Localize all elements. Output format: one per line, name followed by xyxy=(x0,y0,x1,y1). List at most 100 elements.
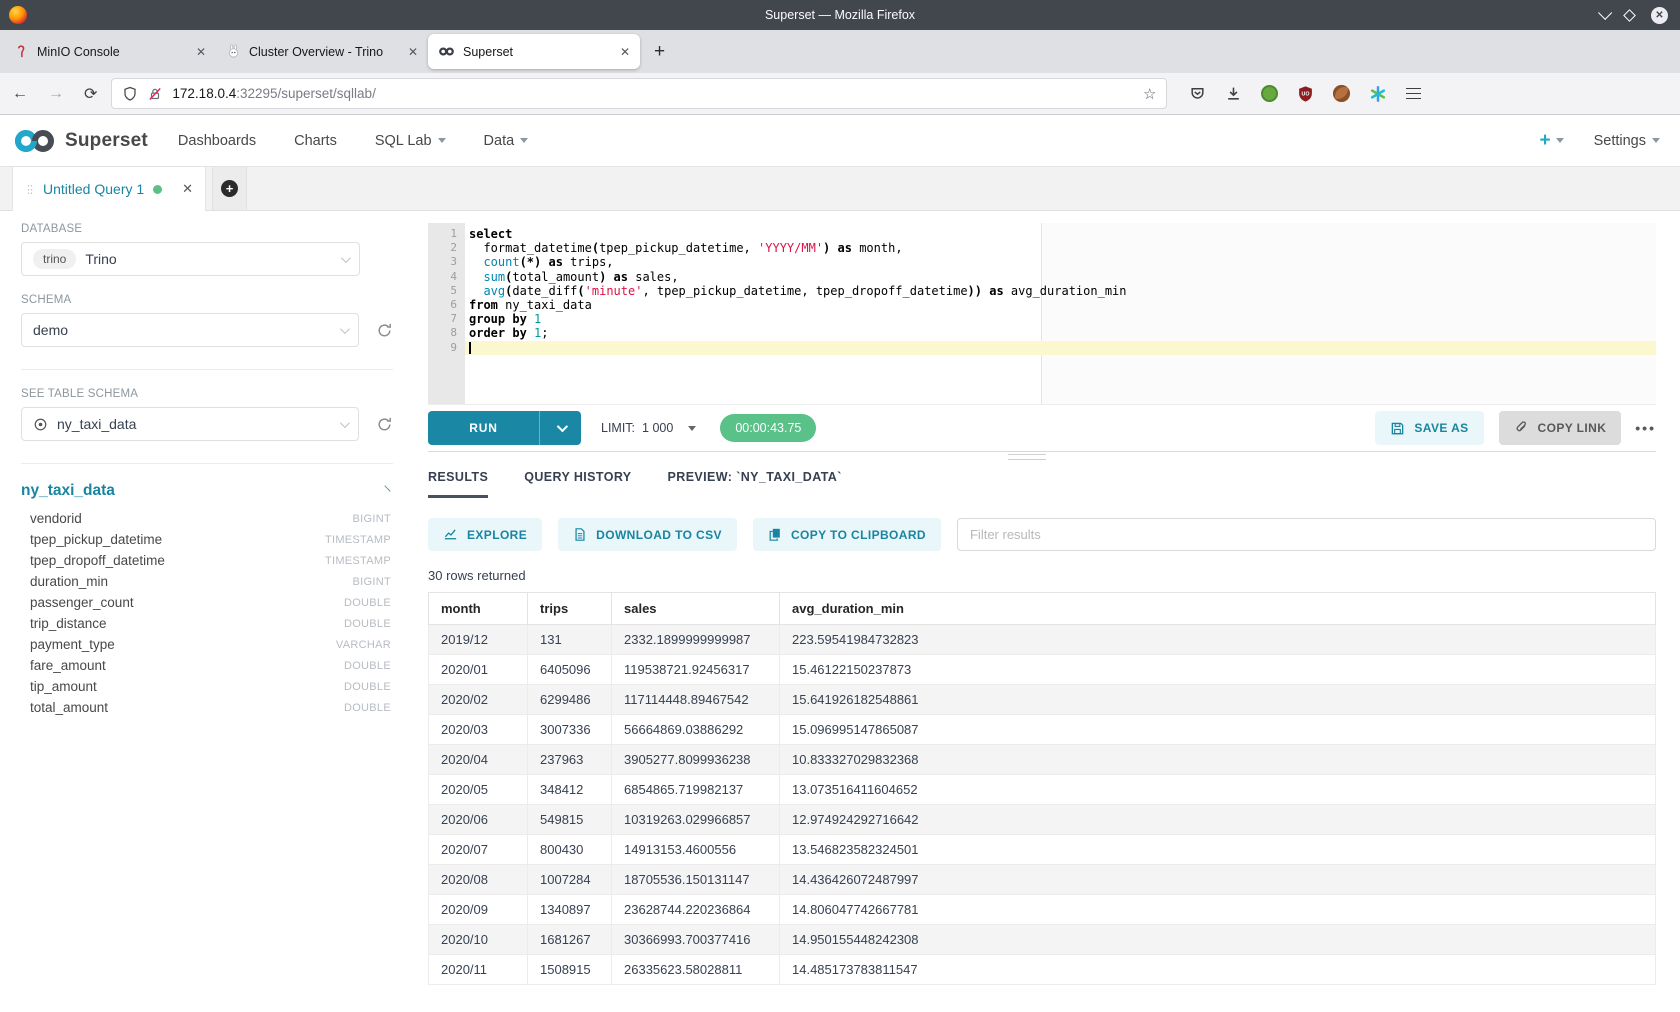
chevron-down-icon xyxy=(438,138,446,143)
sqllab-content: DATABASE trino Trino SCHEMA demo SEE TAB… xyxy=(0,211,1680,1012)
url-path: :32295/superset/sqllab/ xyxy=(236,86,376,101)
table-row: 2020/0780043014913153.460055613.54682358… xyxy=(429,835,1656,865)
table-value: ny_taxi_data xyxy=(57,416,136,432)
superset-favicon-icon xyxy=(438,46,455,57)
browser-tab-superset[interactable]: Superset ✕ xyxy=(428,34,640,69)
tab-query-history[interactable]: QUERY HISTORY xyxy=(524,470,631,498)
more-actions-button[interactable]: ••• xyxy=(1635,420,1656,436)
run-button[interactable]: RUN xyxy=(428,411,581,445)
rows-returned-label: 30 rows returned xyxy=(428,568,1656,583)
forward-button-icon[interactable]: → xyxy=(48,85,64,103)
downloads-icon[interactable] xyxy=(1225,85,1242,102)
trino-favicon-icon xyxy=(226,44,241,59)
browser-tab-label: Superset xyxy=(463,45,612,59)
column-type: BIGINT xyxy=(353,576,391,588)
plus-circle-icon: + xyxy=(221,180,238,197)
cookie-extension-icon[interactable] xyxy=(1333,85,1350,102)
window-maximize-icon[interactable] xyxy=(1623,9,1636,22)
new-tab-button[interactable]: + xyxy=(654,41,665,63)
pane-resize-handle[interactable] xyxy=(1008,454,1046,460)
column-row: tpep_pickup_datetimeTIMESTAMP xyxy=(21,529,393,550)
bookmark-star-icon[interactable]: ☆ xyxy=(1143,85,1156,103)
tab-preview-table[interactable]: PREVIEW: `NY_TAXI_DATA` xyxy=(668,470,842,498)
browser-urlbar: ← → ⟳ 172.18.0.4:32295/superset/sqllab/ … xyxy=(0,73,1680,115)
privacy-extension-icon[interactable] xyxy=(1261,85,1278,102)
explore-button[interactable]: EXPLORE xyxy=(428,518,542,551)
schema-select[interactable]: demo xyxy=(21,313,359,347)
code-line: format_datetime(tpep_pickup_datetime, 'Y… xyxy=(465,241,1656,255)
ublock-origin-icon[interactable]: UO xyxy=(1297,85,1314,103)
browser-tab-minio[interactable]: MinIO Console ✕ xyxy=(4,34,216,69)
sql-editor[interactable]: 123456789 select format_datetime(tpep_pi… xyxy=(428,223,1656,405)
window-close-icon[interactable]: ✕ xyxy=(1651,7,1668,24)
copy-clipboard-button[interactable]: COPY TO CLIPBOARD xyxy=(753,518,941,551)
query-tab-active[interactable]: ⋮ Untitled Query 1 ✕ xyxy=(12,167,206,211)
copy-link-button[interactable]: COPY LINK xyxy=(1499,411,1622,445)
shield-icon[interactable] xyxy=(122,86,138,102)
add-new-button[interactable]: + xyxy=(1539,130,1563,152)
asterisk-extension-icon[interactable] xyxy=(1369,85,1387,103)
chevron-down-icon xyxy=(1652,138,1660,143)
limit-value: 1 000 xyxy=(642,421,673,435)
table-row: 2019/121312332.1899999999987223.59541984… xyxy=(429,625,1656,655)
query-tab-close-icon[interactable]: ✕ xyxy=(182,181,193,197)
database-label: DATABASE xyxy=(21,223,393,235)
url-input[interactable]: 172.18.0.4:32295/superset/sqllab/ ☆ xyxy=(111,78,1167,109)
chart-icon xyxy=(443,527,458,542)
brand-name: Superset xyxy=(65,130,148,152)
code-line: group by 1 xyxy=(465,312,1656,326)
new-query-tab-button[interactable]: + xyxy=(212,167,247,210)
table-row: 2020/10168126730366993.70037741614.95015… xyxy=(429,925,1656,955)
drag-handle-icon[interactable]: ⋮ xyxy=(23,183,33,196)
nav-charts[interactable]: Charts xyxy=(294,133,337,149)
query-tab-strip: ⋮ Untitled Query 1 ✕ + xyxy=(0,167,1680,211)
table-select[interactable]: ny_taxi_data xyxy=(21,407,359,441)
back-button-icon[interactable]: ← xyxy=(12,85,28,103)
pocket-icon[interactable] xyxy=(1189,85,1206,102)
tab-results[interactable]: RESULTS xyxy=(428,470,488,498)
schema-label: SCHEMA xyxy=(21,294,393,306)
table-row: 2020/026299486117114448.8946754215.64192… xyxy=(429,685,1656,715)
collapse-chevron-icon[interactable] xyxy=(379,485,390,496)
database-type-pill: trino xyxy=(33,249,76,269)
database-select[interactable]: trino Trino xyxy=(21,242,360,276)
column-row: passenger_countDOUBLE xyxy=(21,592,393,613)
column-type: TIMESTAMP xyxy=(325,534,391,546)
save-as-button[interactable]: SAVE AS xyxy=(1375,411,1483,445)
insecure-lock-icon[interactable] xyxy=(147,86,163,102)
column-name: payment_type xyxy=(30,637,115,652)
nav-data[interactable]: Data xyxy=(484,133,529,149)
run-button-label[interactable]: RUN xyxy=(428,411,539,445)
filter-results-input[interactable] xyxy=(957,518,1656,551)
file-icon xyxy=(573,527,587,542)
window-minimize-icon[interactable] xyxy=(1598,6,1612,20)
reload-button-icon[interactable]: ⟳ xyxy=(84,84,97,104)
column-row: tpep_dropoff_datetimeTIMESTAMP xyxy=(21,550,393,571)
tab-close-icon[interactable]: ✕ xyxy=(196,45,206,59)
window-titlebar: Superset — Mozilla Firefox ✕ xyxy=(0,0,1680,30)
download-csv-button[interactable]: DOWNLOAD TO CSV xyxy=(558,518,737,551)
column-row: fare_amountDOUBLE xyxy=(21,655,393,676)
refresh-schema-icon[interactable] xyxy=(376,322,393,339)
table-row: 2020/016405096119538721.9245631715.46122… xyxy=(429,655,1656,685)
refresh-table-icon[interactable] xyxy=(376,416,393,433)
table-schema-title[interactable]: ny_taxi_data xyxy=(21,482,115,500)
menu-hamburger-icon[interactable] xyxy=(1406,88,1421,99)
superset-brand[interactable]: Superset xyxy=(12,127,148,155)
settings-menu[interactable]: Settings xyxy=(1594,133,1660,149)
nav-dashboards[interactable]: Dashboards xyxy=(178,133,256,149)
column-header: sales xyxy=(612,593,780,625)
browser-tab-trino[interactable]: Cluster Overview - Trino ✕ xyxy=(216,34,428,69)
divider xyxy=(21,369,393,370)
chevron-down-icon xyxy=(556,421,567,432)
table-row: 2020/09134089723628744.22023686414.80604… xyxy=(429,895,1656,925)
column-row: duration_minBIGINT xyxy=(21,571,393,592)
nav-sql-lab[interactable]: SQL Lab xyxy=(375,133,446,149)
tab-close-icon[interactable]: ✕ xyxy=(408,45,418,59)
run-options-dropdown[interactable] xyxy=(539,411,581,445)
results-header-row: monthtripssalesavg_duration_min xyxy=(429,593,1656,625)
column-type: BIGINT xyxy=(353,513,391,525)
tab-close-icon[interactable]: ✕ xyxy=(620,45,630,59)
limit-dropdown[interactable]: LIMIT: 1 000 xyxy=(601,421,696,435)
editor-code[interactable]: select format_datetime(tpep_pickup_datet… xyxy=(465,223,1656,404)
